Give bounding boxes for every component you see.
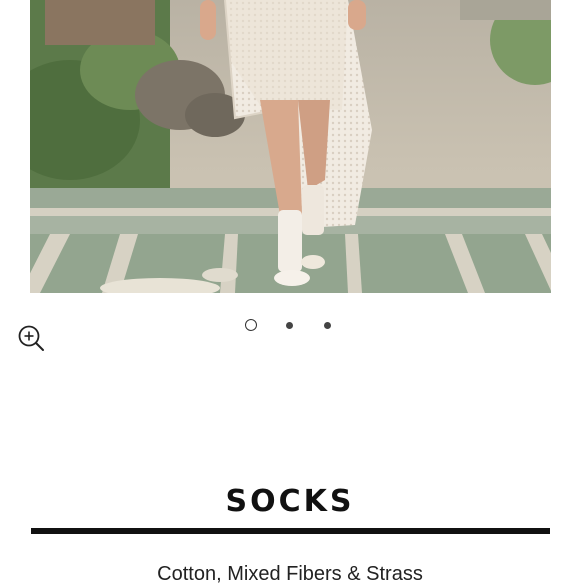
zoom-in-button[interactable] (16, 323, 46, 353)
carousel-dot[interactable] (286, 322, 293, 329)
product-image[interactable] (30, 0, 551, 293)
carousel-dot-active[interactable] (245, 319, 257, 331)
carousel-indicator (0, 318, 580, 334)
carousel-dot[interactable] (324, 322, 331, 329)
product-title: SOCKS (225, 484, 355, 519)
product-material: Cotton, Mixed Fibers & Strass (157, 563, 423, 585)
title-divider (31, 528, 550, 534)
zoom-in-icon (18, 325, 44, 351)
